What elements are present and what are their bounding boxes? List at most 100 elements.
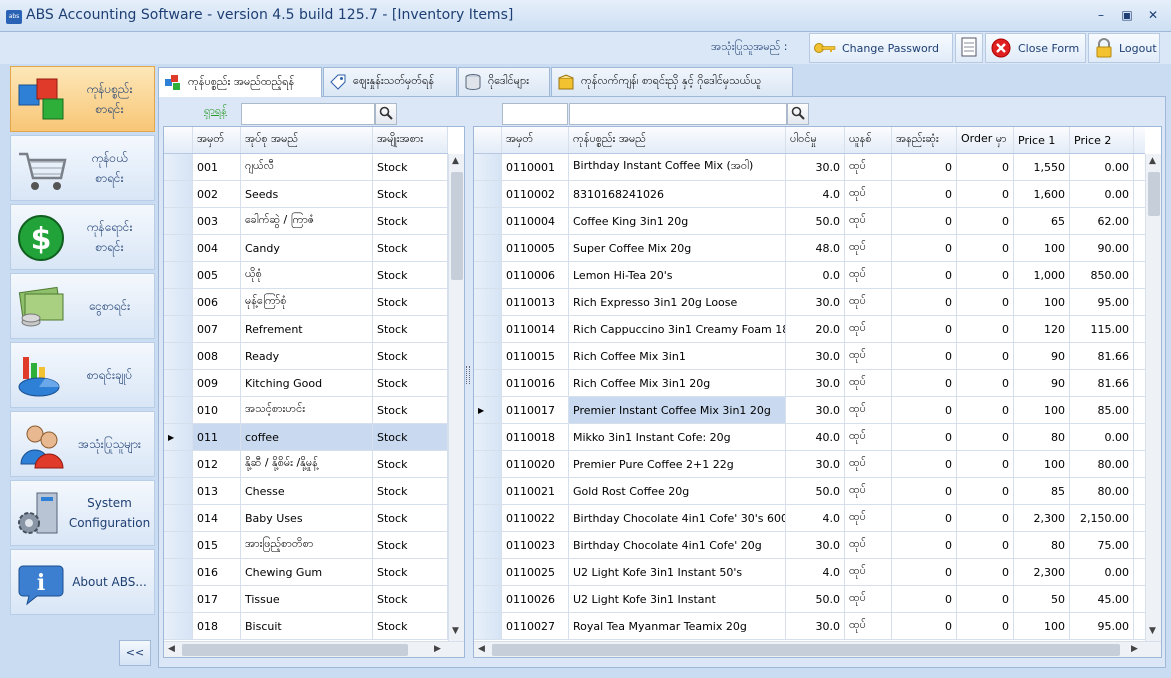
row-selector[interactable] xyxy=(164,451,193,477)
scroll-down-arrow[interactable]: ▼ xyxy=(1149,626,1156,636)
table-row[interactable]: 004 Candy Stock xyxy=(164,235,448,262)
table-cell[interactable]: 0 xyxy=(957,343,1014,369)
table-cell[interactable]: 4.0 xyxy=(786,181,845,207)
row-selector[interactable] xyxy=(474,235,502,261)
table-row[interactable]: 0110013 Rich Expresso 3in1 20g Loose 30.0 ထ… xyxy=(474,289,1145,316)
row-selector[interactable] xyxy=(474,613,502,639)
table-cell[interactable]: Kitching Good xyxy=(241,370,373,396)
row-selector[interactable] xyxy=(474,424,502,450)
table-cell[interactable]: 40.0 xyxy=(786,424,845,450)
row-selector[interactable] xyxy=(164,397,193,423)
table-cell[interactable]: Stock xyxy=(373,235,448,261)
table-row[interactable]: 003 ခေါက်ဆွဲ / ကြာဇံ Stock xyxy=(164,208,448,235)
table-cell[interactable]: 100 xyxy=(1014,235,1070,261)
table-row[interactable]: 0110023 Birthday Chocolate 4in1 Cofe' 20g… xyxy=(474,532,1145,559)
table-cell[interactable]: 90 xyxy=(1014,370,1070,396)
table-cell[interactable]: 0 xyxy=(957,316,1014,342)
table-cell[interactable]: Biscuit xyxy=(241,613,373,639)
close-window-button[interactable]: ✕ xyxy=(1142,6,1164,24)
column-header[interactable]: အမျိုးအစား xyxy=(373,127,448,153)
table-row[interactable]: 018 Biscuit Stock xyxy=(164,613,448,640)
table-cell[interactable]: နို့ဆီ / နို့စိမ်း /နို့မှုန့် xyxy=(241,451,373,477)
items-grid-hscrollbar[interactable]: ◀ ▶ xyxy=(474,641,1161,657)
row-selector[interactable] xyxy=(164,262,193,288)
table-cell[interactable]: 115.00 xyxy=(1070,316,1134,342)
table-cell[interactable]: Rich Cappuccino 3in1 Creamy Foam 18.9g xyxy=(569,316,786,342)
table-cell[interactable]: 0 xyxy=(892,316,957,342)
table-row[interactable]: 0110022 Birthday Chocolate 4in1 Cofe' 30'… xyxy=(474,505,1145,532)
table-cell[interactable]: 95.00 xyxy=(1070,289,1134,315)
table-cell[interactable]: Royal Tea Myanmar Teamix 20g xyxy=(569,613,786,639)
table-cell[interactable]: ထုပ် xyxy=(845,181,892,207)
table-cell[interactable]: 0 xyxy=(892,181,957,207)
row-selector[interactable] xyxy=(474,451,502,477)
table-cell[interactable]: Stock xyxy=(373,451,448,477)
table-row[interactable]: 013 Chesse Stock xyxy=(164,478,448,505)
table-cell[interactable]: 90 xyxy=(1014,343,1070,369)
table-cell[interactable]: ထုပ် xyxy=(845,154,892,180)
table-cell[interactable]: Stock xyxy=(373,262,448,288)
table-cell[interactable]: Stock xyxy=(373,586,448,612)
table-cell[interactable]: 100 xyxy=(1014,451,1070,477)
table-cell[interactable]: 2,300 xyxy=(1014,559,1070,585)
table-cell[interactable]: ထုပ် xyxy=(845,424,892,450)
table-cell[interactable]: 50.0 xyxy=(786,208,845,234)
table-cell[interactable]: 007 xyxy=(193,316,241,342)
table-cell[interactable]: Candy xyxy=(241,235,373,261)
table-cell[interactable]: 0 xyxy=(957,181,1014,207)
table-cell[interactable]: ထုပ် xyxy=(845,289,892,315)
scroll-right-arrow[interactable]: ▶ xyxy=(434,644,441,654)
table-cell[interactable]: Stock xyxy=(373,343,448,369)
table-cell[interactable]: 0110025 xyxy=(502,559,569,585)
table-cell[interactable]: 100 xyxy=(1014,613,1070,639)
table-cell[interactable]: 0.0 xyxy=(786,262,845,288)
table-cell[interactable]: 20.0 xyxy=(786,316,845,342)
table-row[interactable]: 005 ယိုစုံ Stock xyxy=(164,262,448,289)
row-selector[interactable]: ▶ xyxy=(164,424,193,450)
table-cell[interactable]: 0 xyxy=(957,289,1014,315)
table-cell[interactable]: 80.00 xyxy=(1070,451,1134,477)
table-cell[interactable]: 005 xyxy=(193,262,241,288)
table-cell[interactable]: Baby Uses xyxy=(241,505,373,531)
column-header[interactable]: ယူနစ် xyxy=(845,127,892,153)
table-cell[interactable]: 4.0 xyxy=(786,559,845,585)
table-cell[interactable]: 62.00 xyxy=(1070,208,1134,234)
scroll-down-arrow[interactable]: ▼ xyxy=(452,626,459,636)
table-cell[interactable]: 4.0 xyxy=(786,505,845,531)
table-cell[interactable]: ထုပ် xyxy=(845,559,892,585)
table-cell[interactable]: 010 xyxy=(193,397,241,423)
table-cell[interactable]: Stock xyxy=(373,154,448,180)
table-cell[interactable]: 0 xyxy=(957,397,1014,423)
column-header[interactable]: Price 2 xyxy=(1070,127,1134,153)
table-cell[interactable]: 2,150.00 xyxy=(1070,505,1134,531)
table-cell[interactable]: Stock xyxy=(373,478,448,504)
table-cell[interactable]: 30.0 xyxy=(786,451,845,477)
table-cell[interactable]: 014 xyxy=(193,505,241,531)
group-search-button[interactable] xyxy=(375,103,397,125)
sidebar-item-purchases[interactable]: ကုန်ဝယ် စာရင်း xyxy=(10,135,155,201)
row-selector[interactable] xyxy=(474,505,502,531)
table-cell[interactable]: Stock xyxy=(373,370,448,396)
table-cell[interactable]: 0110001 xyxy=(502,154,569,180)
table-cell[interactable]: 012 xyxy=(193,451,241,477)
row-selector[interactable] xyxy=(474,154,502,180)
table-cell[interactable]: 0110018 xyxy=(502,424,569,450)
table-cell[interactable]: 016 xyxy=(193,559,241,585)
table-cell[interactable]: ယိုစုံ xyxy=(241,262,373,288)
table-cell[interactable]: Coffee King 3in1 20g xyxy=(569,208,786,234)
table-row[interactable]: ▶ 0110017 Premier Instant Coffee Mix 3in1 … xyxy=(474,397,1145,424)
table-cell[interactable]: 0 xyxy=(957,532,1014,558)
table-cell[interactable]: Chewing Gum xyxy=(241,559,373,585)
table-cell[interactable]: 30.0 xyxy=(786,397,845,423)
row-selector[interactable] xyxy=(474,289,502,315)
table-cell[interactable]: 80.00 xyxy=(1070,478,1134,504)
table-cell[interactable]: 0 xyxy=(892,478,957,504)
row-selector[interactable] xyxy=(164,478,193,504)
table-cell[interactable]: 30.0 xyxy=(786,613,845,639)
row-selector[interactable] xyxy=(164,235,193,261)
row-selector[interactable] xyxy=(474,208,502,234)
panel-splitter[interactable] xyxy=(466,366,470,384)
table-cell[interactable]: 0110015 xyxy=(502,343,569,369)
table-cell[interactable]: 0.00 xyxy=(1070,181,1134,207)
table-cell[interactable]: 0 xyxy=(892,154,957,180)
